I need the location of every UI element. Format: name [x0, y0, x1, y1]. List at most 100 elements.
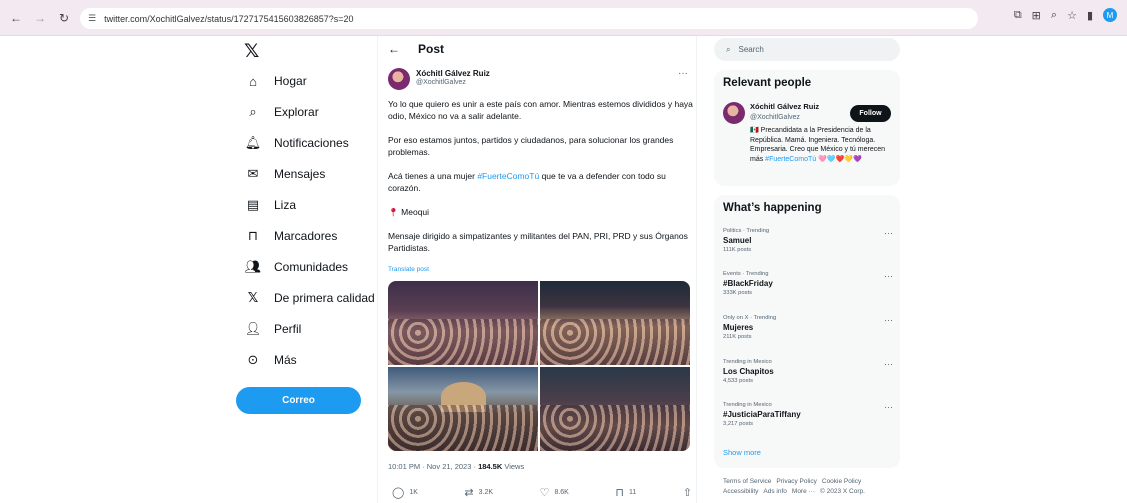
reply-button[interactable]: ◯ 1K [392, 486, 418, 499]
accessibility-link[interactable]: Accessibility [723, 488, 758, 495]
search-icon: ⌕ [249, 104, 257, 119]
more-options-icon[interactable]: ··· [884, 402, 893, 412]
reload-icon[interactable]: ↻ [56, 11, 72, 25]
more-options-icon[interactable]: ··· [884, 359, 893, 369]
site-settings-icon[interactable]: ☰ [88, 13, 96, 24]
photo-crowd [540, 318, 690, 365]
author-handle[interactable]: @XochitlGalvez [416, 79, 466, 86]
nav-item-label: Liza [274, 198, 297, 212]
nav-item-notifications[interactable]: 🔔︎ Notificaciones [244, 133, 349, 153]
post-paragraph: Acá tienes a una mujer #FuerteComoTú que… [388, 170, 693, 194]
post-photo[interactable] [540, 281, 690, 365]
search-input[interactable]: ⌕ Search [714, 38, 900, 61]
more-options-icon[interactable]: ··· [884, 315, 893, 325]
trend-name: #BlackFriday [723, 279, 773, 288]
translate-post-link[interactable]: Translate post [388, 266, 429, 273]
nav-item-home[interactable]: ⌂ Hogar [246, 71, 307, 91]
post-location: 📍︎ Meoqui [388, 206, 693, 218]
media-grid [388, 281, 690, 451]
repost-button[interactable]: ⇄ 3.2K [464, 486, 493, 499]
list-icon: ▤ [246, 197, 260, 212]
author-avatar[interactable] [388, 68, 410, 90]
bookmark-button[interactable]: ⊓ 11 [615, 486, 636, 499]
post-time[interactable]: 10:01 PM · Nov 21, 2023 · [388, 462, 478, 471]
terms-link[interactable]: Terms of Service [723, 478, 771, 485]
x-logo-icon[interactable]: 𝕏 [244, 40, 259, 62]
search-placeholder: Search [738, 45, 764, 54]
nav-item-messages[interactable]: ✉ Mensajes [246, 164, 326, 184]
relevant-person-handle[interactable]: @XochitlGalvez [750, 114, 800, 121]
trend-name: Mujeres [723, 323, 754, 332]
bookmark-star-icon[interactable]: ☆ [1067, 9, 1077, 22]
more-options-icon[interactable]: ··· [678, 68, 688, 79]
bell-icon: 🔔︎ [244, 135, 262, 150]
like-button[interactable]: ♡ 8.6K [540, 486, 569, 499]
footer-row: Terms of Service Privacy Policy Cookie Pol… [723, 477, 903, 487]
nav-item-more[interactable]: ⊙ Más [246, 350, 297, 370]
profile-avatar[interactable]: M [1103, 8, 1117, 22]
hashtag-link[interactable]: #FuerteComoTú [765, 156, 816, 163]
more-link[interactable]: More ··· [792, 488, 815, 495]
trend-item[interactable]: Trending in Mexico #JusticiaParaTiffany … [723, 402, 893, 427]
address-bar[interactable]: ☰ twitter.com/XochitlGalvez/status/17271… [80, 8, 978, 29]
post-timestamp: 10:01 PM · Nov 21, 2023 · 184.5K Views [388, 462, 524, 471]
follow-button[interactable]: Follow [850, 105, 891, 122]
back-arrow-icon[interactable]: ← [8, 11, 24, 25]
trend-name: #JusticiaParaTiffany [723, 410, 801, 419]
mail-icon: ✉ [247, 166, 259, 181]
relevant-people-title: Relevant people [723, 77, 812, 89]
cookie-link[interactable]: Cookie Policy [822, 478, 861, 485]
post-header: ← Post [388, 42, 444, 56]
heart-icon: ♡ [539, 487, 550, 499]
post-photo[interactable] [388, 281, 538, 365]
post-paragraph: Por eso estamos juntos, partidos y ciuda… [388, 135, 674, 157]
side-panel-icon[interactable]: ▮ [1087, 9, 1093, 22]
trend-context: Events · Trending [723, 271, 769, 277]
relevant-person-name[interactable]: Xóchitl Gálvez Ruiz [750, 102, 819, 111]
nav-item-communities[interactable]: 👥︎ Comunidades [244, 257, 348, 277]
trend-item[interactable]: Only on X · Trending Mujeres 211K posts … [723, 315, 893, 340]
trend-item[interactable]: Trending in Mexico Los Chapitos 4,533 po… [723, 359, 893, 384]
trend-count: 333K posts [723, 290, 753, 296]
more-options-icon[interactable]: ··· [884, 271, 893, 281]
nav-item-premium[interactable]: 𝕏 De primera calidad [246, 288, 375, 308]
forward-arrow-icon[interactable]: → [32, 11, 48, 25]
relevant-person-avatar[interactable] [723, 102, 745, 124]
nav-item-bookmarks[interactable]: ⊓ Marcadores [246, 226, 337, 246]
nav-item-label: Hogar [274, 74, 307, 88]
trends-title: What’s happening [723, 202, 822, 214]
hashtag-link[interactable]: #FuerteComoTú [477, 171, 539, 181]
home-icon: ⌂ [249, 73, 257, 89]
privacy-link[interactable]: Privacy Policy [776, 478, 816, 485]
post-text-span: Acá tienes a una mujer [388, 171, 478, 181]
x-logo-icon: 𝕏 [247, 290, 259, 305]
compose-button[interactable]: Correo [236, 387, 361, 414]
translate-icon[interactable]: ⊞ [1032, 9, 1041, 22]
nav-item-explore[interactable]: ⌕ Explorar [246, 102, 318, 122]
author-name[interactable]: Xóchitl Gálvez Ruiz [416, 69, 490, 78]
bookmark-icon: ⊓ [247, 228, 259, 243]
more-options-icon[interactable]: ··· [884, 228, 893, 238]
zoom-icon[interactable]: ⌕ [1051, 9, 1057, 22]
nav-item-profile[interactable]: 👤︎ Perfil [245, 319, 302, 339]
back-arrow-icon[interactable]: ← [388, 42, 400, 56]
nav-item-lists[interactable]: ▤ Liza [246, 195, 296, 215]
trends-card: What’s happening Politics · Trending Sam… [714, 195, 900, 468]
trend-count: 211K posts [723, 334, 752, 340]
ads-info-link[interactable]: Ads info [763, 488, 787, 495]
share-button[interactable]: ⇧ [683, 486, 692, 499]
post-paragraph: Mensaje dirigido a simpatizantes y milit… [388, 231, 688, 253]
people-icon: 👥︎ [244, 259, 262, 274]
install-app-icon[interactable]: ⧉ [1014, 9, 1022, 22]
trend-item[interactable]: Politics · Trending Samuel 111K posts ··… [723, 228, 893, 253]
show-more-link[interactable]: Show more [723, 448, 761, 457]
trend-context: Only on X · Trending [723, 315, 777, 321]
post-photo[interactable] [540, 367, 690, 451]
trend-item[interactable]: Events · Trending #BlackFriday 333K post… [723, 271, 893, 296]
trend-context: Trending in Mexico [723, 402, 772, 408]
post-photo[interactable] [388, 367, 538, 451]
views-label: Views [502, 462, 525, 471]
footer-row: Accessibility Ads info More ··· © 2023 X Co… [723, 487, 903, 497]
browser-actions: ⧉ ⊞ ⌕ ☆ ▮ M [1014, 8, 1117, 22]
copyright-text: © 2023 X Corp. [820, 488, 865, 495]
